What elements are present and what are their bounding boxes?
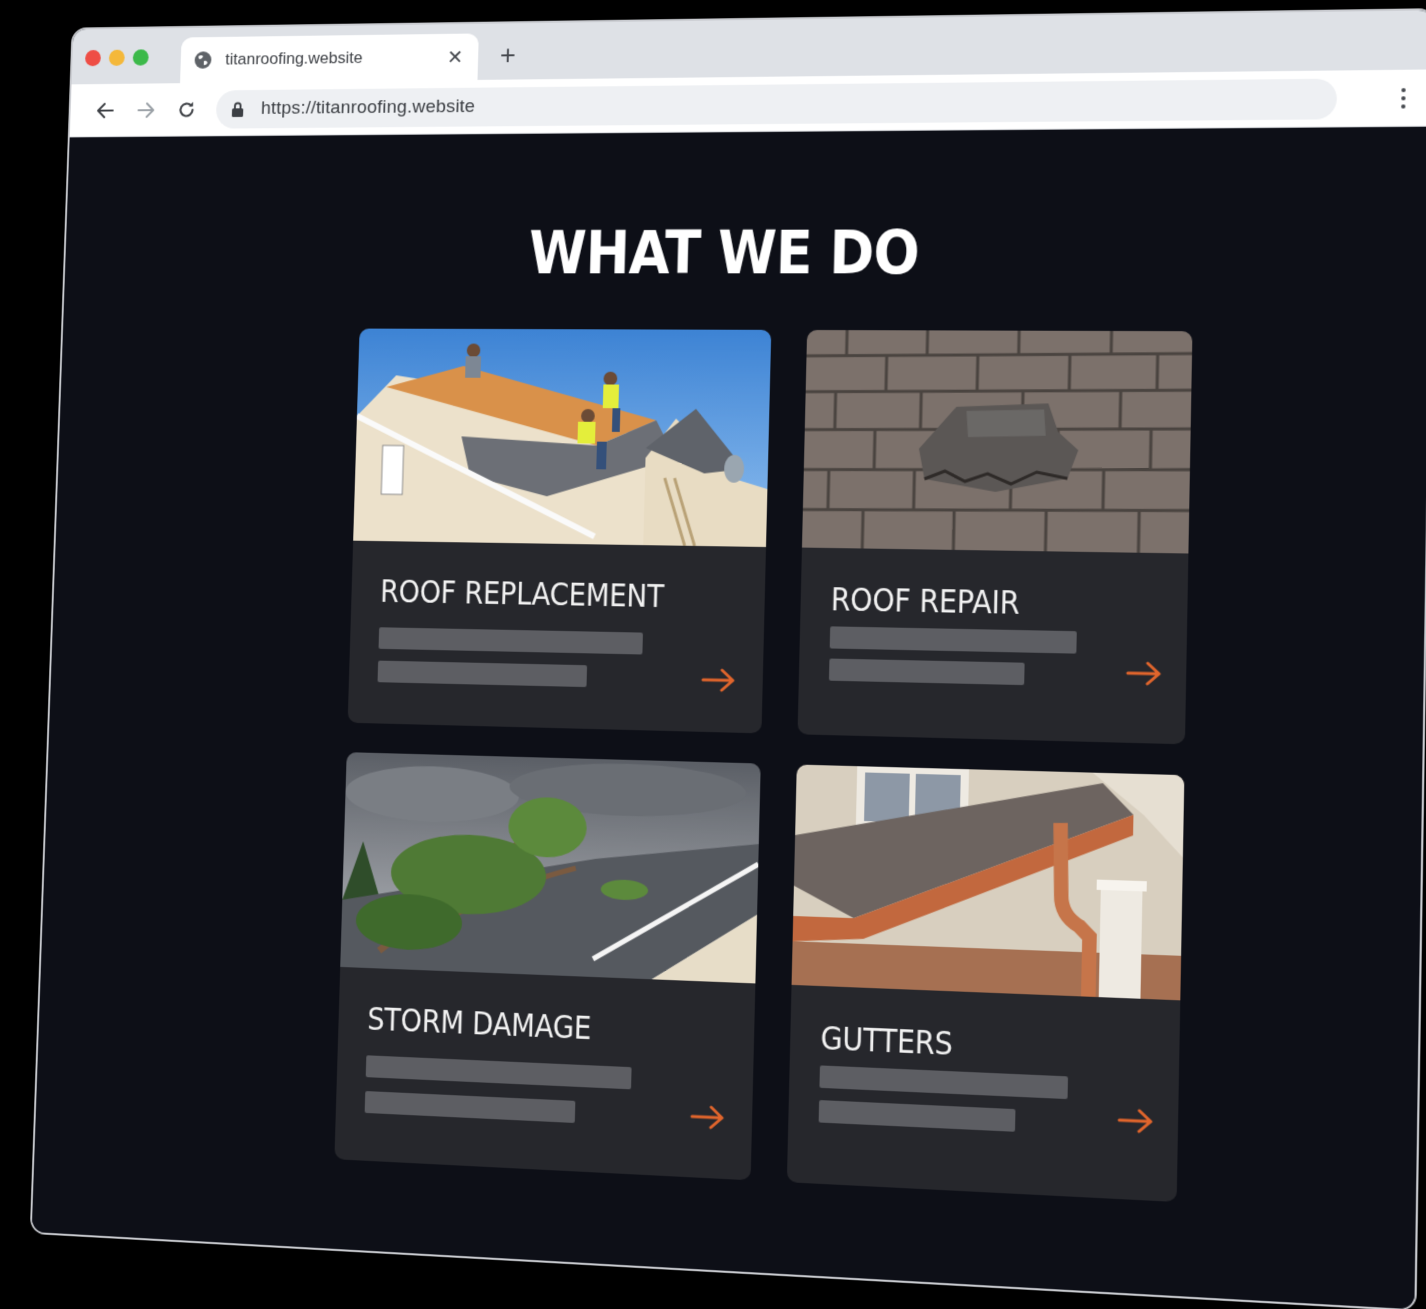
text-placeholder-bar <box>379 627 643 654</box>
address-bar[interactable]: https://titanroofing.website <box>216 79 1337 129</box>
service-card-gutters[interactable]: GUTTERS <box>787 765 1185 1202</box>
roof-repair-image <box>802 330 1192 554</box>
roof-replacement-image <box>353 329 771 547</box>
globe-icon <box>193 50 212 69</box>
card-title: ROOF REPLACEMENT <box>380 572 664 615</box>
text-placeholder-bar <box>829 659 1025 686</box>
maximize-window-button[interactable] <box>133 49 149 65</box>
reload-icon <box>176 99 197 120</box>
lock-icon <box>231 102 245 117</box>
close-window-button[interactable] <box>85 50 101 66</box>
arrow-right-icon[interactable] <box>701 668 737 693</box>
url-text: https://titanroofing.website <box>261 96 476 119</box>
arrow-right-icon <box>135 100 156 121</box>
storm-damage-image <box>340 752 761 983</box>
text-placeholder-bar <box>378 661 588 687</box>
browser-tab[interactable]: titanroofing.website ✕ <box>180 33 479 83</box>
services-grid: ROOF REPLACEMENT <box>334 329 1192 1202</box>
minimize-window-button[interactable] <box>109 50 125 66</box>
browser-window: titanroofing.website ✕ + <box>32 10 1426 1309</box>
section-heading: WHAT WE DO <box>128 217 1357 289</box>
card-title: ROOF REPAIR <box>830 580 1020 622</box>
forward-button[interactable] <box>131 95 162 126</box>
tab-title: titanroofing.website <box>225 47 446 69</box>
close-tab-icon[interactable]: ✕ <box>445 45 465 69</box>
arrow-right-icon[interactable] <box>1117 1108 1155 1135</box>
card-title: STORM DAMAGE <box>367 1000 592 1047</box>
new-tab-button[interactable]: + <box>493 41 523 70</box>
arrow-right-icon[interactable] <box>1126 661 1164 686</box>
service-card-roof-replacement[interactable]: ROOF REPLACEMENT <box>348 329 772 734</box>
reload-button[interactable] <box>171 94 202 125</box>
gutters-image <box>792 765 1185 1001</box>
page-content: WHAT WE DO <box>32 127 1426 1309</box>
more-menu-icon[interactable] <box>1398 84 1409 113</box>
text-placeholder-bar <box>830 626 1077 653</box>
back-button[interactable] <box>90 95 120 126</box>
text-placeholder-bar <box>819 1065 1068 1099</box>
service-card-storm-damage[interactable]: STORM DAMAGE <box>334 752 760 1180</box>
arrow-right-icon[interactable] <box>690 1104 727 1130</box>
card-title: GUTTERS <box>820 1019 953 1063</box>
arrow-left-icon <box>95 100 116 121</box>
text-placeholder-bar <box>366 1055 632 1089</box>
service-card-roof-repair[interactable]: ROOF REPAIR <box>798 330 1193 744</box>
window-controls <box>85 49 149 66</box>
text-placeholder-bar <box>819 1100 1016 1132</box>
text-placeholder-bar <box>365 1091 576 1123</box>
